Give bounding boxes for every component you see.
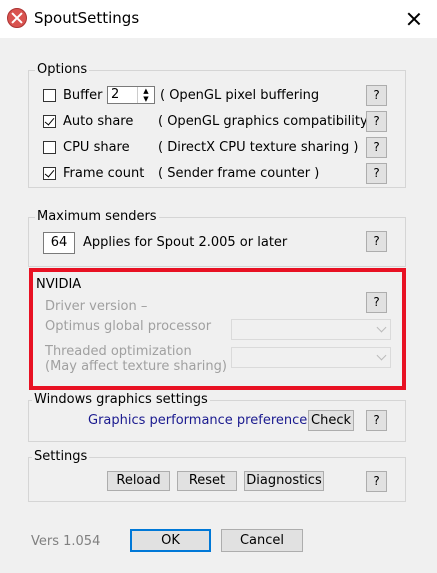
cpu-share-description: ( DirectX CPU texture sharing )	[158, 140, 359, 155]
threaded-optimization-label: Threaded optimization	[45, 344, 192, 359]
graphics-settings-help-button[interactable]: ?	[366, 410, 387, 431]
buffer-label: Buffer	[63, 88, 103, 103]
auto-share-label: Auto share	[63, 114, 134, 129]
graphics-settings-group-label: Windows graphics settings	[32, 392, 210, 408]
optimus-select[interactable]	[231, 319, 391, 340]
options-group-label: Options	[35, 62, 90, 78]
cpu-share-label: CPU share	[63, 140, 130, 155]
dialog-client: Options Buffer 2 ▲ ▼ ( OpenGL pixel buffe…	[0, 38, 437, 573]
graphics-preference-link[interactable]: Graphics performance preference	[88, 413, 307, 429]
title-bar: SpoutSettings	[0, 0, 437, 38]
cpu-share-help-button[interactable]: ?	[366, 137, 387, 158]
buffer-value: 2	[111, 87, 120, 102]
buffer-help-button[interactable]: ?	[366, 85, 387, 106]
nvidia-driver-version: Driver version –	[45, 299, 148, 314]
close-button[interactable]	[391, 0, 437, 38]
max-senders-help-button[interactable]: ?	[366, 231, 387, 252]
threaded-optimization-note: (May affect texture sharing)	[45, 359, 227, 374]
diagnostics-button[interactable]: Diagnostics	[244, 471, 324, 491]
window-title: SpoutSettings	[34, 9, 140, 27]
settings-help-button[interactable]: ?	[366, 471, 387, 492]
settings-group-label: Settings	[32, 449, 90, 465]
check-button[interactable]: Check	[308, 410, 354, 431]
optimus-label: Optimus global processor	[45, 319, 212, 334]
buffer-checkbox[interactable]	[43, 89, 56, 102]
nvidia-help-button[interactable]: ?	[366, 292, 387, 313]
auto-share-checkbox[interactable]	[43, 115, 56, 128]
frame-count-label: Frame count	[63, 166, 145, 181]
buffer-description: ( OpenGL pixel buffering	[160, 88, 320, 103]
cpu-share-checkbox[interactable]	[43, 141, 56, 154]
chevron-down-icon	[376, 350, 387, 361]
buffer-spinner-icon[interactable]: ▲ ▼	[137, 87, 154, 103]
frame-count-description: ( Sender frame counter )	[158, 166, 320, 181]
threaded-optimization-select[interactable]	[231, 347, 391, 368]
auto-share-description: ( OpenGL graphics compatibility	[158, 114, 368, 129]
max-senders-group-label: Maximum senders	[35, 209, 159, 225]
version-label: Vers 1.054	[31, 534, 101, 549]
chevron-down-icon	[376, 322, 387, 333]
cancel-button[interactable]: Cancel	[221, 529, 303, 552]
spout-app-icon	[7, 8, 27, 28]
max-senders-description: Applies for Spout 2.005 or later	[83, 235, 288, 250]
nvidia-group-label: NVIDIA	[36, 277, 82, 292]
frame-count-checkbox[interactable]	[43, 167, 56, 180]
buffer-value-field[interactable]: 2 ▲ ▼	[107, 86, 155, 104]
reload-button[interactable]: Reload	[107, 471, 170, 491]
frame-count-help-button[interactable]: ?	[366, 163, 387, 184]
reset-button[interactable]: Reset	[177, 471, 237, 491]
max-senders-field[interactable]: 64	[43, 232, 75, 254]
auto-share-help-button[interactable]: ?	[366, 111, 387, 132]
ok-button[interactable]: OK	[130, 529, 211, 552]
max-senders-value: 64	[50, 235, 68, 250]
